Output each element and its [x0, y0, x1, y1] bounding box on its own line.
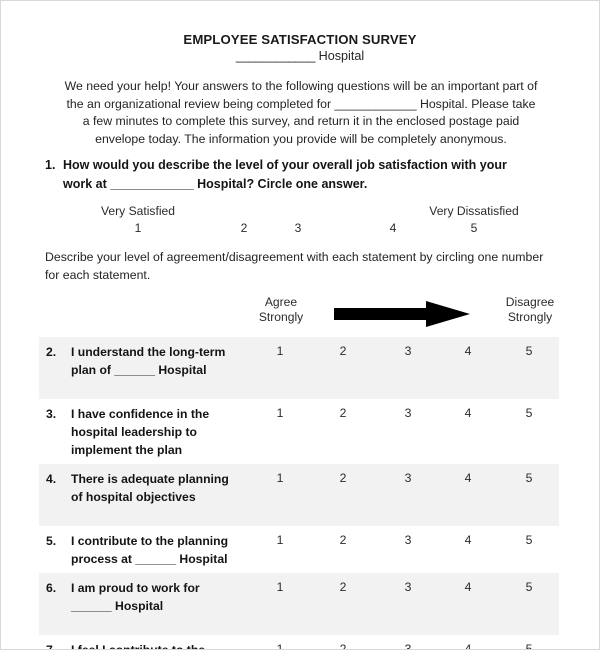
option-2[interactable]: 2	[340, 580, 347, 594]
agree-line-2: Strongly	[258, 309, 304, 324]
option-1[interactable]: 1	[277, 406, 284, 420]
table-row: 2. I understand the long-term plan of ____…	[39, 337, 559, 399]
option-cells: 1 2 3 4 5	[39, 344, 559, 362]
option-cells: 1 2 3 4 5	[39, 642, 559, 649]
option-3[interactable]: 3	[405, 642, 412, 649]
option-2[interactable]: 2	[340, 471, 347, 485]
intro-line-1: We need your help! Your answers to the f…	[64, 79, 538, 93]
intro-line-4: envelope today. The information you prov…	[95, 131, 507, 146]
agree-line-1: Agree	[264, 295, 298, 309]
option-4[interactable]: 4	[465, 471, 472, 485]
option-5[interactable]: 5	[526, 642, 533, 649]
intro-line-2: the an organizational review being compl…	[66, 96, 536, 111]
option-cells: 1 2 3 4 5	[39, 406, 559, 424]
subtitle-text: Hospital	[315, 49, 365, 63]
page-subtitle: ____________ Hospital	[1, 49, 599, 63]
matrix-header-disagree-strongly: Disagree Strongly	[506, 295, 554, 324]
option-4[interactable]: 4	[465, 642, 472, 649]
option-2[interactable]: 2	[340, 533, 347, 547]
scale-label-very-satisfied: Very Satisfied	[101, 204, 175, 218]
statement-matrix: 2. I understand the long-term plan of ____…	[1, 337, 599, 649]
option-5[interactable]: 5	[526, 344, 533, 358]
statement-text-line: hospital leadership to	[71, 424, 197, 439]
table-row: 5. I contribute to the planning process at…	[39, 526, 559, 573]
scale-label-very-dissatisfied: Very Dissatisfied	[429, 204, 519, 218]
statement-text-line: of hospital objectives	[71, 489, 196, 504]
scale-option-3[interactable]: 3	[295, 221, 302, 235]
option-5[interactable]: 5	[526, 533, 533, 547]
disagree-line-1: Disagree	[505, 295, 555, 309]
statement-text-line: plan of ______ Hospital	[71, 362, 207, 377]
option-1[interactable]: 1	[277, 533, 284, 547]
option-2[interactable]: 2	[340, 344, 347, 358]
instruction-line-1: Describe your level of agreement/disagre…	[45, 250, 499, 264]
option-1[interactable]: 1	[277, 642, 284, 649]
option-5[interactable]: 5	[526, 580, 533, 594]
scale-option-5[interactable]: 5	[471, 221, 478, 235]
option-4[interactable]: 4	[465, 344, 472, 358]
statement-text-line: process at ______ Hospital	[71, 551, 228, 566]
statement-text-line: ______ Hospital	[71, 598, 164, 613]
scale-option-1[interactable]: 1	[135, 221, 142, 235]
option-4[interactable]: 4	[465, 580, 472, 594]
option-3[interactable]: 3	[405, 471, 412, 485]
scale-option-2[interactable]: 2	[241, 221, 248, 235]
satisfaction-scale: Very Satisfied Very Dissatisfied 1 2 3 4…	[1, 204, 599, 240]
option-3[interactable]: 3	[405, 533, 412, 547]
option-1[interactable]: 1	[277, 344, 284, 358]
matrix-header-agree-strongly: Agree Strongly	[259, 295, 303, 324]
option-3[interactable]: 3	[405, 580, 412, 594]
survey-page: EMPLOYEE SATISFACTION SURVEY ___________…	[0, 0, 600, 650]
option-3[interactable]: 3	[405, 406, 412, 420]
option-4[interactable]: 4	[465, 533, 472, 547]
page-title: EMPLOYEE SATISFACTION SURVEY	[183, 32, 417, 47]
disagree-line-2: Strongly	[507, 309, 553, 324]
option-cells: 1 2 3 4 5	[39, 533, 559, 551]
intro-line-3: a few minutes to complete this survey, a…	[82, 114, 520, 129]
subtitle-blank: ____________	[235, 49, 316, 63]
intro-paragraph: We need your help! Your answers to the f…	[45, 78, 557, 148]
right-arrow-icon	[334, 301, 470, 327]
option-2[interactable]: 2	[340, 406, 347, 420]
matrix-header: Agree Strongly Disagree Strongly	[1, 295, 599, 329]
option-1[interactable]: 1	[277, 471, 284, 485]
option-3[interactable]: 3	[405, 344, 412, 358]
option-5[interactable]: 5	[526, 471, 533, 485]
page-sheet: EMPLOYEE SATISFACTION SURVEY ___________…	[1, 1, 599, 649]
option-4[interactable]: 4	[465, 406, 472, 420]
statement-text-line: implement the plan	[71, 442, 183, 457]
option-5[interactable]: 5	[526, 406, 533, 420]
question-1-line-2: work at ____________ Hospital? Circle on…	[63, 176, 368, 191]
table-row: 3. I have confidence in the hospital leade…	[39, 399, 559, 464]
option-cells: 1 2 3 4 5	[39, 471, 559, 489]
option-2[interactable]: 2	[340, 642, 347, 649]
matrix-instruction: Describe your level of agreement/disagre…	[45, 249, 545, 284]
question-1-line-1: How would you describe the level of your…	[63, 158, 507, 172]
scale-option-4[interactable]: 4	[390, 221, 397, 235]
option-1[interactable]: 1	[277, 580, 284, 594]
option-cells: 1 2 3 4 5	[39, 580, 559, 598]
table-row: 4. There is adequate planning of hospital …	[39, 464, 559, 526]
table-row: 6. I am proud to work for ______ Hospital 1…	[39, 573, 559, 635]
question-1: 1. How would you describe the level of y…	[45, 156, 545, 193]
question-1-number: 1.	[45, 158, 56, 172]
table-row: 7.I feel I contribute to thefacility’s p…	[39, 635, 559, 649]
